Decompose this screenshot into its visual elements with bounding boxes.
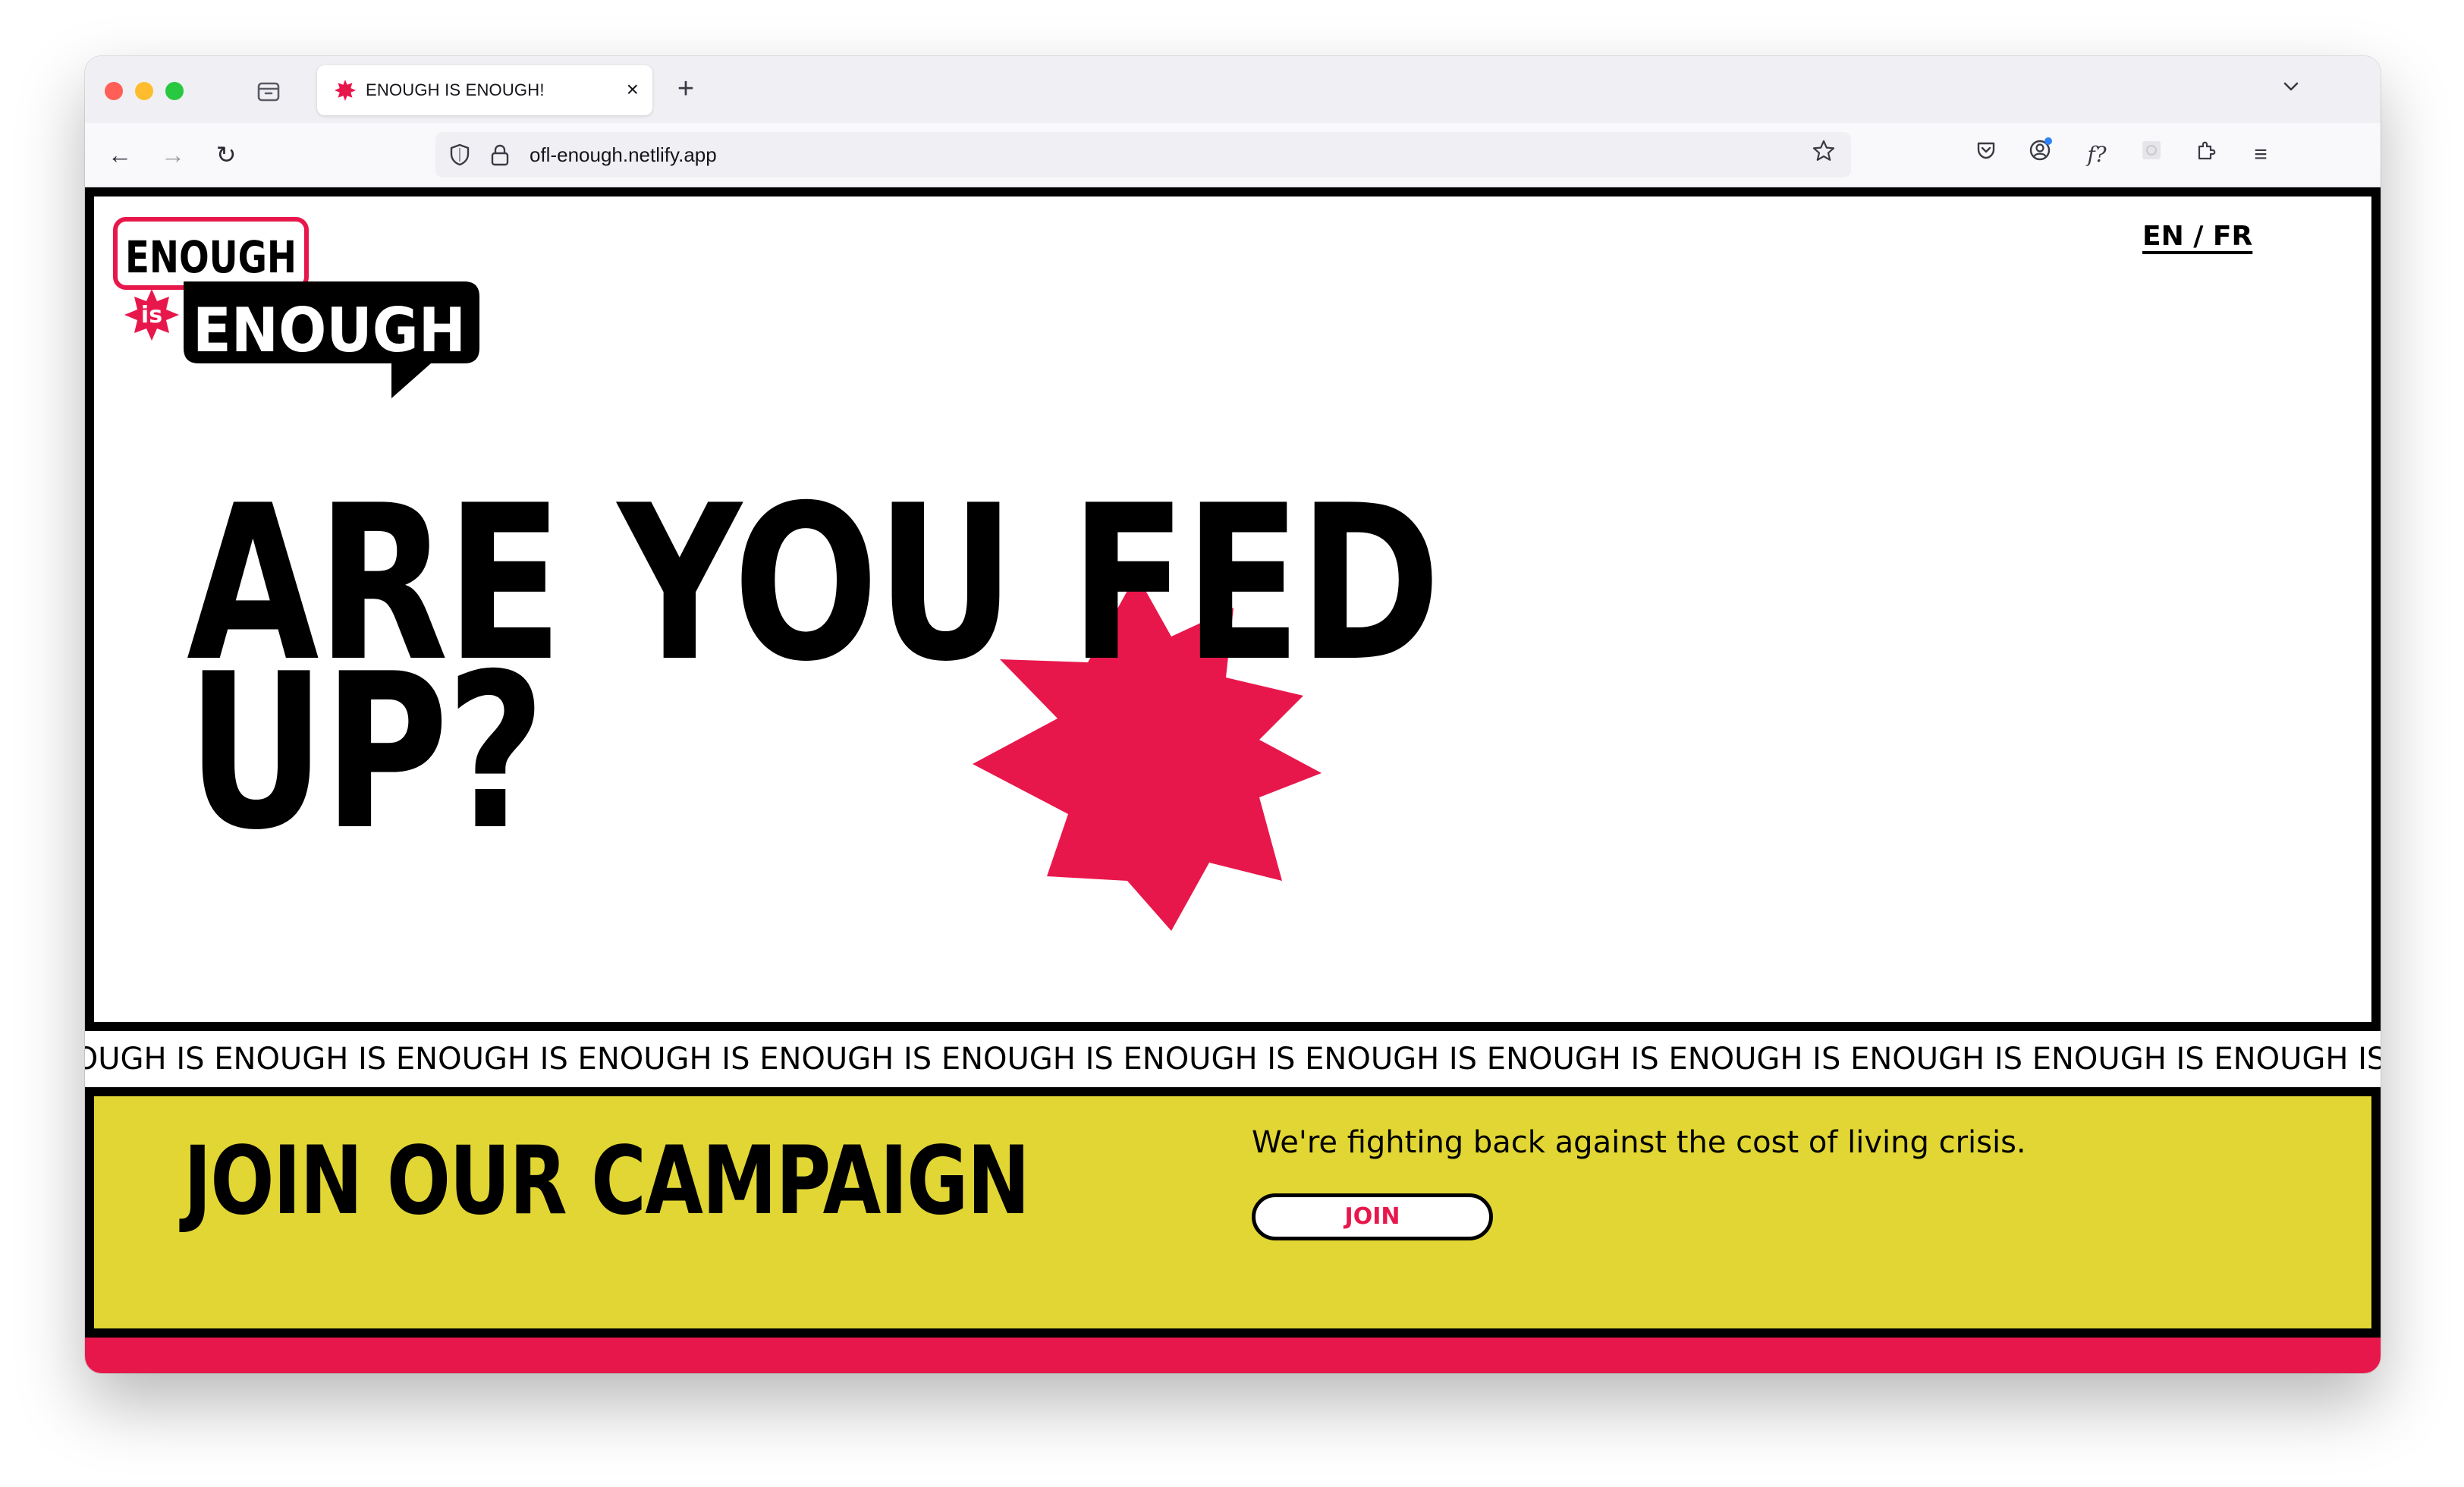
tab-title: ENOUGH IS ENOUGH! <box>366 80 545 99</box>
campaign-title: JOIN OUR CAMPAIGN <box>184 1127 1030 1236</box>
hero-headline: ARE YOU FED UP? <box>187 477 1441 860</box>
lock-icon[interactable] <box>489 143 511 167</box>
url-text[interactable]: ofl-enough.netlify.app <box>530 132 717 178</box>
new-tab-button[interactable]: + <box>669 73 702 106</box>
tab-active[interactable]: ENOUGH IS ENOUGH! × <box>317 65 652 115</box>
close-window-button[interactable] <box>105 82 123 100</box>
menu-icon[interactable]: ≡ <box>2242 137 2279 173</box>
account-glyph <box>2029 137 2052 161</box>
extension-placeholder-icon[interactable] <box>2133 137 2170 173</box>
enough-is-enough-logo[interactable]: ENOUGH ENOUGH is <box>111 215 490 420</box>
web-page: ENOUGH ENOUGH is EN / FR ARE YOU FED UP?… <box>85 187 2381 1373</box>
extensions-icon[interactable] <box>2188 137 2224 173</box>
navigation-toolbar: ← → ↻ ofl-enough.netlify.app f? ≡ <box>85 123 2381 187</box>
back-button[interactable]: ← <box>102 137 138 173</box>
address-bar[interactable]: ofl-enough.netlify.app <box>435 132 1851 178</box>
pocket-icon[interactable] <box>1968 137 2004 173</box>
reload-button[interactable]: ↻ <box>208 137 244 173</box>
bookmark-star-icon[interactable] <box>1807 138 1840 171</box>
list-all-tabs-icon[interactable] <box>2274 73 2308 106</box>
pocket-glyph <box>1977 142 1995 159</box>
browser-window: ENOUGH IS ENOUGH! × + ← → ↻ ofl-enough.n… <box>85 56 2381 1373</box>
footer-strip <box>85 1338 2381 1373</box>
star-icon <box>1812 140 1835 161</box>
placeholder-glyph <box>2142 141 2161 159</box>
tab-overview-icon[interactable] <box>255 77 282 105</box>
logo-top-word: ENOUGH <box>125 231 297 283</box>
campaign-section: JOIN OUR CAMPAIGN We're fighting back ag… <box>85 1087 2381 1338</box>
zoom-window-button[interactable] <box>165 82 184 100</box>
chevron-down-icon <box>2283 82 2299 91</box>
close-tab-icon[interactable]: × <box>627 65 639 115</box>
puzzle-icon <box>2198 141 2216 160</box>
campaign-description: We're fighting back against the cost of … <box>1252 1125 2026 1160</box>
join-button[interactable]: JOIN <box>1252 1193 1493 1240</box>
shield-icon[interactable] <box>448 143 472 167</box>
starburst-icon <box>335 80 356 101</box>
folder-tab-icon <box>257 82 280 102</box>
minimize-window-button[interactable] <box>135 82 153 100</box>
hero-section: ENOUGH ENOUGH is EN / FR ARE YOU FED UP? <box>85 187 2381 1031</box>
logo-bottom-word: ENOUGH <box>193 295 466 366</box>
forward-button[interactable]: → <box>155 137 191 173</box>
marquee-ticker: IOUGH IS ENOUGH IS ENOUGH IS ENOUGH IS E… <box>85 1031 2381 1087</box>
font-icon[interactable]: f? <box>2079 137 2115 173</box>
language-switch-link[interactable]: EN / FR <box>2142 221 2252 252</box>
ticker-text: IOUGH IS ENOUGH IS ENOUGH IS ENOUGH IS E… <box>85 1042 2381 1077</box>
account-icon[interactable] <box>2022 137 2059 173</box>
logo-badge-word: is <box>141 302 162 329</box>
tab-strip: ENOUGH IS ENOUGH! × + <box>85 56 2381 123</box>
